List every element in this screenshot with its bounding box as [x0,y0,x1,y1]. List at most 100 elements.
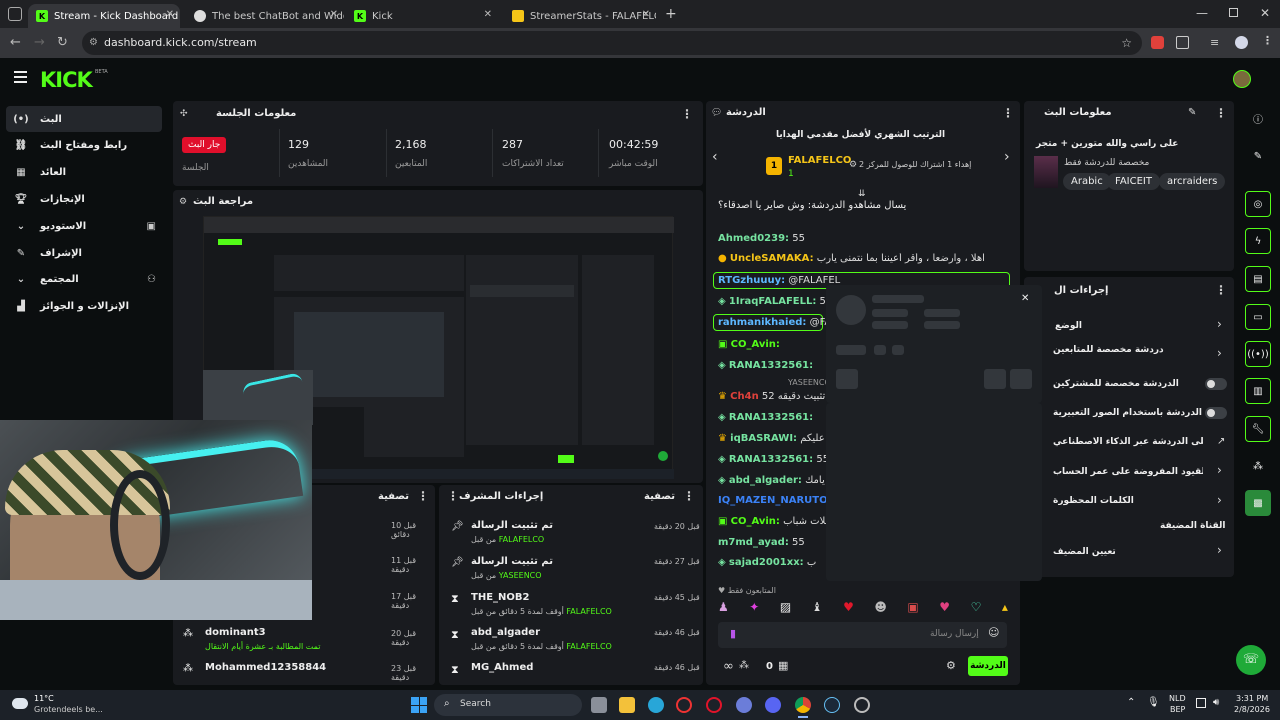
app-circle-icon[interactable] [676,697,692,713]
sidebar-item-revenue[interactable]: ▦ العائد [6,159,162,185]
stream-action-mode[interactable]: الوضع [1055,321,1240,331]
scroll-indicator-icon[interactable]: ⇊ [858,189,866,199]
site-info-icon[interactable]: ⚙ [89,31,98,55]
puzzle-extension-icon[interactable] [1176,36,1189,49]
mod-filter-menu-icon[interactable]: ⋮ [683,489,695,503]
wrench-icon[interactable]: 🔧︎ [1245,416,1271,442]
clip-icon[interactable]: ◎ [1245,191,1271,217]
infinity-icon[interactable]: ∞ [723,659,734,674]
pencil-icon[interactable]: ✎ [1245,143,1271,169]
reload-icon[interactable]: ↻ [57,35,68,50]
chat-menu-icon[interactable]: ⋮ [1002,106,1014,120]
layout-icon[interactable]: ▥ [1245,378,1271,404]
emote-icon[interactable]: ♥ [939,600,950,616]
chat-input[interactable]: ▮ إرسال رسالة ☺ [718,622,1007,648]
tab-kick[interactable]: K Kick ✕ [346,4,498,28]
emote-only-toggle[interactable] [1205,407,1227,419]
subscribers-only-toggle[interactable] [1205,378,1227,390]
chevron-right-icon[interactable]: › [1217,463,1222,477]
edge-icon[interactable] [648,697,664,713]
close-tab-icon[interactable]: ✕ [484,9,492,20]
tab-streamerstats[interactable]: StreamerStats - FALAFELCO Pro ✕ [504,4,656,28]
file-explorer-icon[interactable] [619,697,635,713]
mic-icon[interactable]: ▮ [730,627,736,640]
tab-kick-dashboard[interactable]: K Stream - Kick Dashboard ✕ [28,4,180,28]
user-avatar[interactable] [1233,70,1251,88]
sidebar-item-moderation[interactable]: ✎ الإشراف [6,240,162,266]
hamburger-menu-icon[interactable] [14,71,27,83]
mic-tray-icon[interactable]: 🎙︎ [1147,697,1160,708]
restore-icon[interactable] [1229,8,1238,17]
lang-indicator-secondary[interactable]: BEP [1170,705,1185,714]
close-tab-icon[interactable]: ✕ [330,9,338,20]
sidebar-item-community[interactable]: ⌄ المجتمع ⚇ [6,266,162,292]
mod-filter-label[interactable]: تصفية [644,491,675,502]
tray-chevron-icon[interactable]: ⌃ [1127,697,1135,708]
heart-emote-icon[interactable]: ♥ [843,600,854,616]
lang-indicator[interactable]: NLD [1169,694,1186,703]
stream-action-emote-only[interactable]: الدردشة باستخدام الصور التعبيرية [1053,408,1203,418]
sidebar-item-achievements[interactable]: 🏆︎ الإنجازات [6,186,162,212]
emote-icon[interactable]: ☻ [874,600,887,616]
stream-action-banned-words[interactable]: الكلمات المحظورة [1053,496,1203,506]
chat-message[interactable]: ● UncleSAMAKA: اهلا ، وارضعا ، وأقر أعين… [718,253,1018,264]
minimize-icon[interactable]: — [1196,6,1208,20]
green-heart-emote-icon[interactable]: ♡ [971,600,982,616]
chevron-right-icon[interactable]: › [1217,346,1222,360]
task-view-icon[interactable] [591,697,607,713]
app-triangle-icon[interactable] [736,697,752,713]
stream-action-set-host[interactable]: تعيين المضيف [1053,547,1203,557]
extension-app-icon[interactable]: ▩ [1245,490,1271,516]
app-settings-icon[interactable] [854,697,870,713]
tab-chatbot[interactable]: The best ChatBot and Widgets ✕ [186,4,344,28]
taskbar-search[interactable]: ⌕ Search [434,694,582,716]
clock-date[interactable]: 2/8/2026 [1234,705,1270,714]
extension-icon[interactable] [1151,36,1164,49]
chat-settings-icon[interactable]: ⚙ [946,659,956,672]
new-tab-icon[interactable]: + [665,6,677,22]
stream-actions-menu-icon[interactable]: ⋮ [1215,283,1227,297]
activity-filter-label[interactable]: تصفية [378,491,409,502]
stream-action-subscribers-only[interactable]: الدردشة مخصصة للمشتركين [1053,379,1203,389]
sidebar-item-stream[interactable]: (•) البث [6,106,162,132]
drops-icon[interactable]: ⁂ [739,660,749,671]
discord-icon[interactable] [765,697,781,713]
lightning-icon[interactable]: ϟ [1245,228,1271,254]
leaderboard-next-icon[interactable]: › [1004,149,1010,165]
kick-logo[interactable]: KICK [40,68,93,92]
chevron-right-icon[interactable]: › [1217,493,1222,507]
emote-icon[interactable]: ▨ [780,600,791,616]
chrome-icon[interactable] [795,697,811,713]
tag-faiceit[interactable]: FAICEIT [1107,173,1160,190]
volume-icon[interactable]: 🔊︎ [1213,697,1219,708]
broadcast-icon[interactable]: ((•)) [1245,341,1271,367]
menu-kebab-icon[interactable]: ⋮ [1262,34,1273,47]
chevron-right-icon[interactable]: › [1217,317,1222,331]
tag-arcraiders[interactable]: arcraiders [1159,173,1226,190]
emote-icon[interactable]: ♟ [718,600,729,616]
forward-icon[interactable]: → [34,35,45,50]
clock-time[interactable]: 3:31 PM [1236,694,1268,703]
sidebar-item-drops[interactable]: ▟ الإنزالات و الجوائز [6,293,162,319]
leaderboard-prev-icon[interactable]: ‹ [712,149,718,165]
windows-start-icon[interactable] [411,697,427,713]
leader-name[interactable]: FALAFELCO [788,155,851,166]
stream-action-ai-moderation[interactable]: الإشراف على الدردشة عبر الذكاء الاصطناعي [1053,437,1203,447]
weather-icon[interactable] [12,698,28,709]
edit-pencil-icon[interactable]: ✎ [1188,107,1196,118]
bookmark-star-icon[interactable]: ☆ [1121,31,1132,55]
profile-icon[interactable] [1235,36,1248,49]
chevron-right-icon[interactable]: › [1217,543,1222,557]
steam-icon[interactable] [824,697,840,713]
stream-info-menu-icon[interactable]: ⋮ [1215,106,1227,120]
url-input[interactable]: ⚙ dashboard.kick.com/stream ☆ [82,31,1142,55]
sidebar-item-stream-key[interactable]: ⛓ رابط ومفتاح البث [6,132,162,158]
chat-bubble-icon[interactable]: ▭ [1245,304,1271,330]
stream-action-account-age[interactable]: القيود المفروضة على عمر الحساب [1053,467,1203,477]
emote-icon[interactable]: ▴ [1002,600,1008,616]
emoji-picker-icon[interactable]: ☺ [988,626,999,639]
close-tab-icon[interactable]: ✕ [166,9,174,20]
help-support-icon[interactable]: ☏ [1236,645,1266,675]
network-icon[interactable] [1196,698,1206,708]
send-chat-button[interactable]: الدردشة [968,656,1008,676]
